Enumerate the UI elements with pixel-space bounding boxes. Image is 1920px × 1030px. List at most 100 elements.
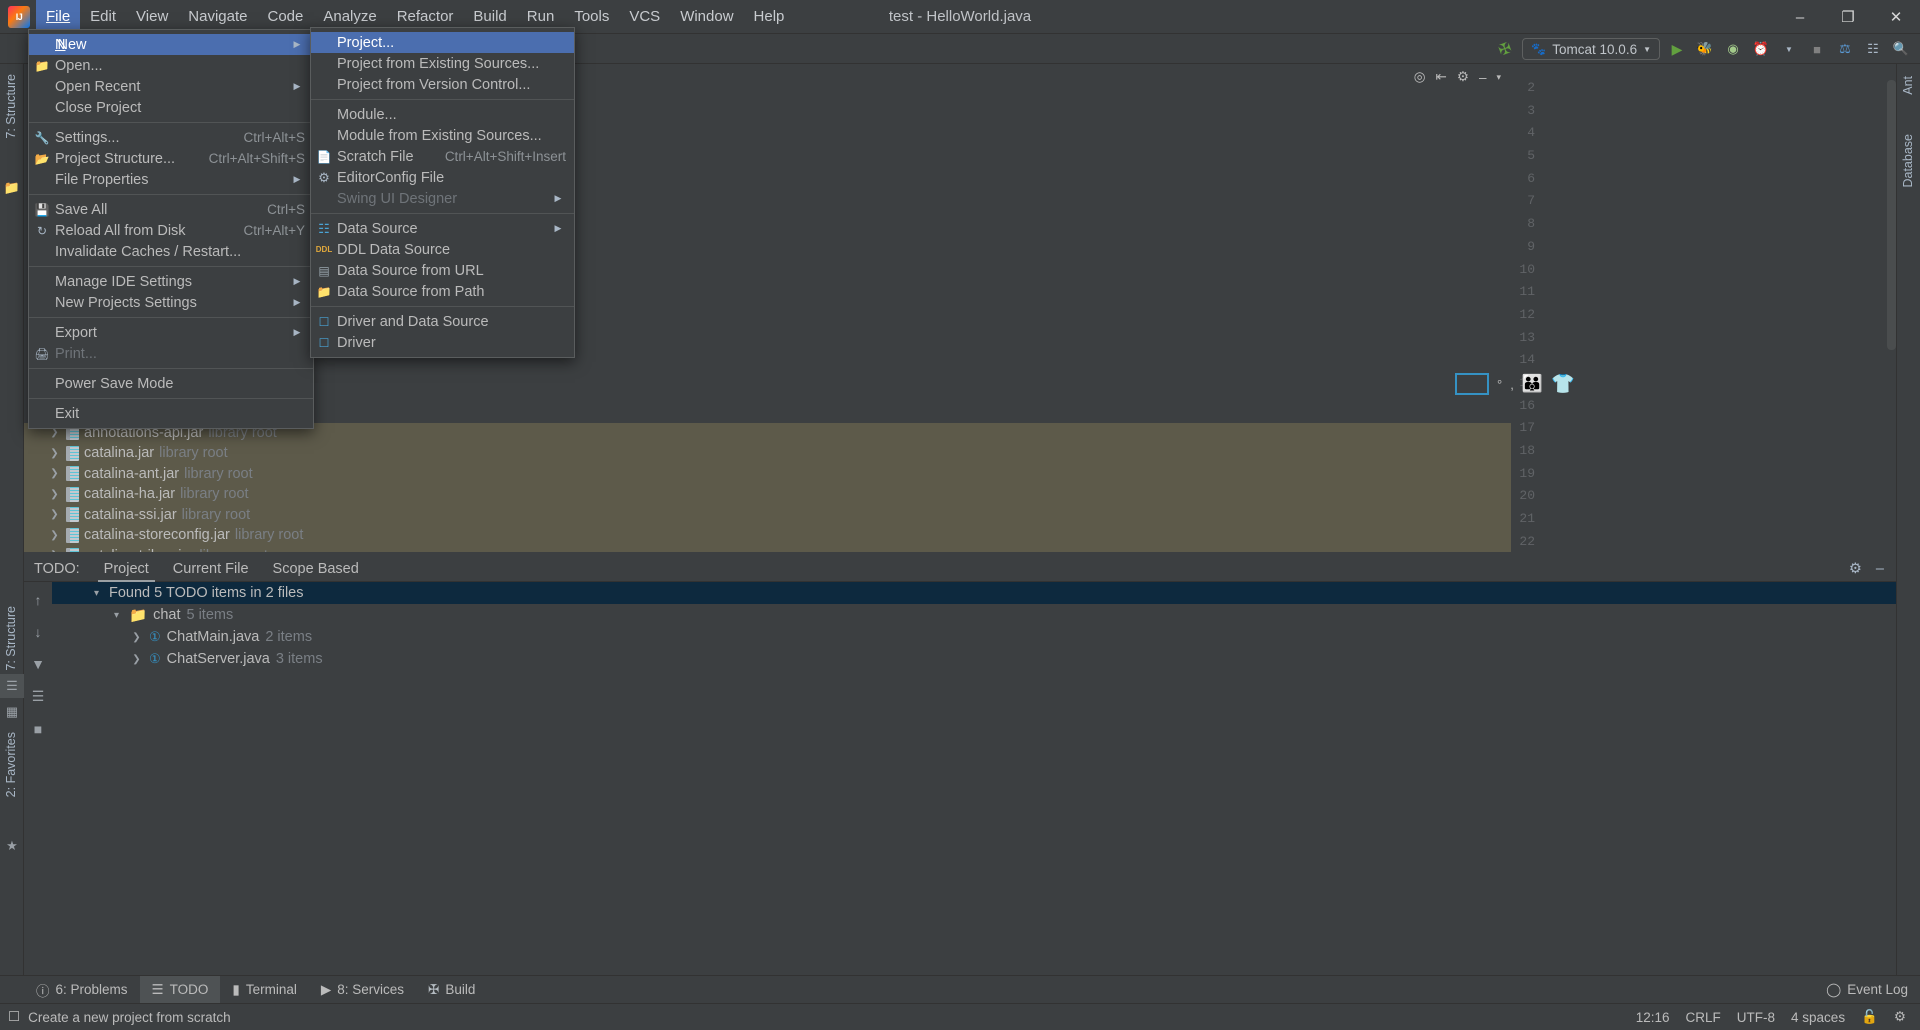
chevron-right-icon[interactable]: ❯ xyxy=(48,468,61,479)
tree-row[interactable]: ❯ catalina-tribes.jar library root xyxy=(24,545,1511,552)
menu-item-project-from-existing-sources[interactable]: Project from Existing Sources... xyxy=(311,53,574,74)
tool-window-problems[interactable]: ⓘ 6: Problems xyxy=(24,976,140,1004)
chevron-right-icon[interactable]: ❯ xyxy=(130,654,143,665)
minimize-icon[interactable]: – xyxy=(1479,70,1487,85)
scroll-down-icon[interactable]: ↓ xyxy=(35,624,42,640)
chevron-down-icon[interactable]: ▾ xyxy=(110,610,123,621)
grid-icon[interactable]: ▦ xyxy=(0,700,24,724)
chevron-right-icon[interactable]: ❯ xyxy=(48,509,61,520)
run-icon[interactable]: ▶ xyxy=(1666,38,1688,60)
hammer-icon[interactable]: ✠ xyxy=(1491,35,1519,63)
close-button[interactable]: ✕ xyxy=(1872,0,1920,34)
menu-item-reload-all-from-disk[interactable]: ↻ Reload All from Disk Ctrl+Alt+Y xyxy=(29,220,313,241)
menu-item-scratch-file[interactable]: 📄 Scratch File Ctrl+Alt+Shift+Insert xyxy=(311,146,574,167)
left-strip-tab-favorites[interactable]: 2: Favorites xyxy=(0,726,22,803)
tool-window-terminal[interactable]: ▮ Terminal xyxy=(220,976,308,1004)
unlocked-icon[interactable]: 🔓 xyxy=(1861,1009,1878,1025)
editor-scrollbar[interactable] xyxy=(1887,80,1896,350)
right-strip-tab-database[interactable]: Database xyxy=(1897,128,1919,194)
menu-item-open-recent[interactable]: Open Recent ▶ xyxy=(29,76,313,97)
todo-node-chatserver[interactable]: ❯ ① ChatServer.java 3 items xyxy=(52,648,1896,670)
menu-item-close-project[interactable]: Close Project xyxy=(29,97,313,118)
encoding-label[interactable]: UTF-8 xyxy=(1737,1010,1775,1025)
star-icon[interactable]: ★ xyxy=(0,834,24,858)
menu-item-exit[interactable]: Exit xyxy=(29,403,313,424)
tree-row[interactable]: ❯ catalina-ssi.jar library root xyxy=(24,504,1511,525)
menu-item-ddl-data-source[interactable]: DDL DDL Data Source xyxy=(311,239,574,260)
chevron-right-icon[interactable]: ❯ xyxy=(48,530,61,541)
indent-label[interactable]: 4 spaces xyxy=(1791,1010,1845,1025)
debug-icon[interactable]: 🐝 xyxy=(1694,38,1716,60)
file-menu-popup[interactable]: NNew ▶ 📁 Open... Open Recent ▶ Close Pro… xyxy=(28,29,314,429)
menu-item-module-from-existing-sources[interactable]: Module from Existing Sources... xyxy=(311,125,574,146)
tree-row[interactable]: ❯ catalina-ha.jar library root xyxy=(24,484,1511,505)
menu-item-editorconfig-file[interactable]: ⚙ EditorConfig File xyxy=(311,167,574,188)
menu-item-power-save-mode[interactable]: Power Save Mode xyxy=(29,373,313,394)
menu-item-driver[interactable]: ☐ Driver xyxy=(311,332,574,353)
menu-item-module[interactable]: Module... xyxy=(311,104,574,125)
tab-scope-based[interactable]: Scope Based xyxy=(261,556,371,582)
menu-item-invalidate-caches[interactable]: Invalidate Caches / Restart... xyxy=(29,241,313,262)
profiler-icon[interactable]: ⏰ xyxy=(1750,38,1772,60)
event-log-label[interactable]: Event Log xyxy=(1847,982,1908,997)
tree-row[interactable]: ❯ catalina-ant.jar library root xyxy=(24,463,1511,484)
left-strip-tab-structure[interactable]: 7: Structure xyxy=(0,600,22,677)
tree-row[interactable]: ❯ catalina.jar library root xyxy=(24,443,1511,464)
gear-icon[interactable]: ⚙ xyxy=(1849,561,1862,577)
menu-help[interactable]: Help xyxy=(744,0,795,34)
run-coverage-icon[interactable]: ◉ xyxy=(1722,38,1744,60)
menu-item-save-all[interactable]: 💾 Save All Ctrl+S xyxy=(29,199,313,220)
tab-current-file[interactable]: Current File xyxy=(161,556,261,582)
inspection-icon[interactable]: ⚙ xyxy=(1894,1009,1906,1025)
chevron-right-icon[interactable]: ❯ xyxy=(48,489,61,500)
line-separator-label[interactable]: CRLF xyxy=(1686,1010,1721,1025)
chevron-down-icon[interactable]: ▾ xyxy=(1496,72,1501,83)
menu-vcs[interactable]: VCS xyxy=(619,0,670,34)
preview-icon[interactable]: ☰ xyxy=(0,674,24,698)
folder-icon[interactable]: 📁 xyxy=(0,176,24,200)
menu-item-new[interactable]: NNew ▶ xyxy=(29,34,313,55)
menu-item-project-structure[interactable]: 📂 Project Structure... Ctrl+Alt+Shift+S xyxy=(29,148,313,169)
menu-item-project[interactable]: Project... xyxy=(311,32,574,53)
shirt-icon[interactable]: 👕 xyxy=(1551,372,1575,396)
tool-window-services[interactable]: ▶ 8: Services xyxy=(309,976,416,1004)
menu-item-data-source-from-path[interactable]: 📁 Data Source from Path xyxy=(311,281,574,302)
minimize-button[interactable]: – xyxy=(1776,0,1824,34)
tool-window-todo[interactable]: ☰ TODO xyxy=(139,975,221,1004)
preview-icon[interactable]: ■ xyxy=(34,721,42,737)
tool-window-build[interactable]: ✠ Build xyxy=(416,976,487,1004)
tree-row[interactable]: ❯ catalina-storeconfig.jar library root xyxy=(24,525,1511,546)
menu-item-data-source-from-url[interactable]: ▤ Data Source from URL xyxy=(311,260,574,281)
new-submenu-popup[interactable]: Project... Project from Existing Sources… xyxy=(310,27,575,358)
menu-item-new-projects-settings[interactable]: New Projects Settings ▶ xyxy=(29,292,313,313)
menu-item-file-properties[interactable]: File Properties ▶ xyxy=(29,169,313,190)
search-everywhere-icon[interactable]: 🔍 xyxy=(1890,38,1912,60)
run-configuration-selector[interactable]: 🐾 Tomcat 10.0.6 ▼ xyxy=(1522,38,1660,60)
chevron-right-icon[interactable]: ❯ xyxy=(48,550,61,552)
menu-item-data-source[interactable]: ☷ Data Source ▶ xyxy=(311,218,574,239)
collapse-all-icon[interactable]: ⇤ xyxy=(1436,69,1447,85)
chevron-down-icon[interactable]: ▼ xyxy=(1778,38,1800,60)
todo-node-chat[interactable]: ▾ 📁 chat 5 items xyxy=(52,604,1896,626)
menu-item-driver-and-data-source[interactable]: ☐ Driver and Data Source xyxy=(311,311,574,332)
right-strip-tab-ant[interactable]: Ant xyxy=(1897,70,1919,101)
menu-item-project-from-version-control[interactable]: Project from Version Control... xyxy=(311,74,574,95)
menu-item-manage-ide-settings[interactable]: Manage IDE Settings ▶ xyxy=(29,271,313,292)
person-icon[interactable]: 👪 xyxy=(1522,374,1543,394)
chevron-down-icon[interactable]: ▾ xyxy=(90,588,103,599)
tab-project[interactable]: Project xyxy=(92,556,161,582)
chevron-right-icon[interactable]: ❯ xyxy=(48,448,61,459)
menu-item-export[interactable]: Export ▶ xyxy=(29,322,313,343)
filter-icon[interactable]: ▼ xyxy=(31,656,45,672)
stop-icon[interactable]: ■ xyxy=(1806,38,1828,60)
locate-icon[interactable]: ◎ xyxy=(1414,69,1426,85)
maximize-button[interactable]: ❐ xyxy=(1824,0,1872,34)
layout-icon[interactable]: ☷ xyxy=(1862,38,1884,60)
scroll-up-icon[interactable]: ↑ xyxy=(35,592,42,608)
menu-window[interactable]: Window xyxy=(670,0,743,34)
updates-icon[interactable]: ⚖ xyxy=(1834,38,1856,60)
todo-node-chatmain[interactable]: ❯ ① ChatMain.java 2 items xyxy=(52,626,1896,648)
menu-item-open[interactable]: 📁 Open... xyxy=(29,55,313,76)
group-icon[interactable]: ☰ xyxy=(32,688,45,705)
todo-summary-row[interactable]: ▾ Found 5 TODO items in 2 files xyxy=(52,582,1896,604)
